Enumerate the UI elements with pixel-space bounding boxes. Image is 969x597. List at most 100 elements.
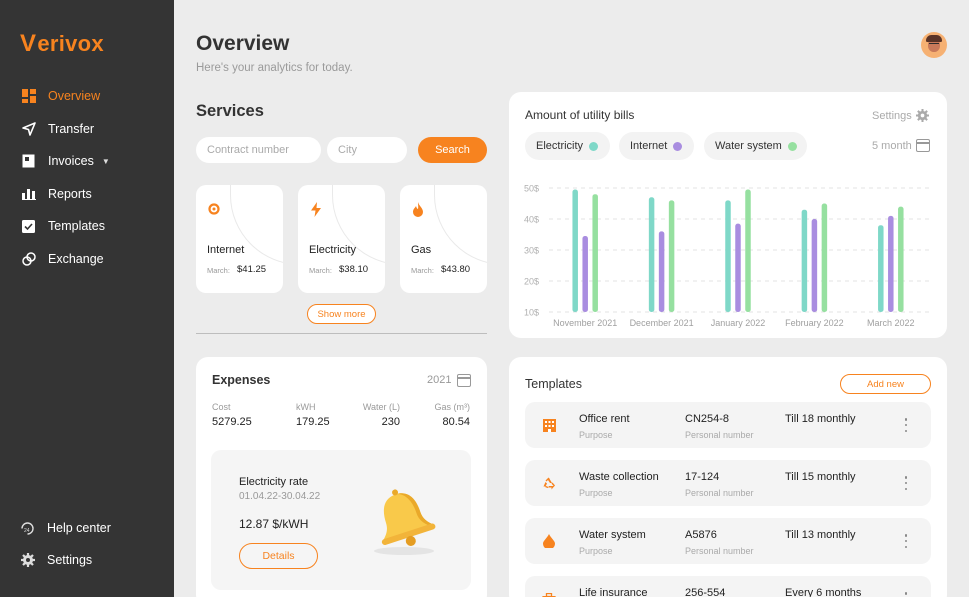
add-new-button[interactable]: Add new xyxy=(840,374,931,394)
template-frequency: Every 6 months xyxy=(785,587,862,597)
more-options-icon[interactable] xyxy=(903,416,909,434)
sidebar-item-templates[interactable]: Templates xyxy=(0,210,174,243)
chevron-down-icon[interactable]: ▼ xyxy=(102,157,110,166)
service-name: Internet xyxy=(207,244,245,256)
gear-icon xyxy=(20,553,35,568)
avatar[interactable] xyxy=(921,32,947,58)
sidebar-item-help-center[interactable]: 24 Help center xyxy=(0,512,174,544)
building-icon xyxy=(542,418,556,432)
y-tick-label: 50$ xyxy=(524,184,539,194)
service-month: March: xyxy=(207,266,230,275)
bell-illustration xyxy=(374,489,436,555)
bar-internet xyxy=(811,219,818,312)
bar-water-system xyxy=(745,189,751,312)
service-card-internet[interactable]: Internet March: $41.25 xyxy=(196,185,283,293)
service-name: Electricity xyxy=(309,244,357,256)
legend-electricity[interactable]: Electricity xyxy=(525,132,610,160)
lightning-icon xyxy=(309,201,323,217)
verivox-logo[interactable]: Verivox xyxy=(20,30,104,58)
sidebar-bottom: 24 Help center Settings xyxy=(0,512,174,576)
more-options-icon[interactable] xyxy=(903,532,909,550)
page-subtitle: Here's your analytics for today. xyxy=(196,62,353,74)
service-amount: $38.10 xyxy=(339,264,369,275)
template-row-waste-collection[interactable]: Waste collection Purpose 17-124 Personal… xyxy=(525,460,931,506)
y-tick-label: 20$ xyxy=(524,277,539,287)
chart-settings-link[interactable]: Settings xyxy=(872,109,929,122)
template-name: Waste collection xyxy=(579,471,659,483)
calendar-icon[interactable] xyxy=(916,139,930,152)
sidebar-item-settings[interactable]: Settings xyxy=(0,544,174,576)
legend-internet[interactable]: Internet xyxy=(619,132,694,160)
app: Verivox Overview Transfer Invoices ▼ Rep… xyxy=(0,0,969,597)
bar-electricity xyxy=(725,200,731,312)
sidebar-item-invoices[interactable]: Invoices ▼ xyxy=(0,145,174,178)
templates-card: Templates Add new Office rent Purpose CN… xyxy=(509,357,947,597)
template-number-label: Personal number xyxy=(685,430,754,440)
sidebar-item-label: Exchange xyxy=(48,251,104,266)
details-button[interactable]: Details xyxy=(239,543,318,569)
bar-electricity xyxy=(572,189,578,312)
more-options-icon[interactable] xyxy=(903,590,909,597)
service-name: Gas xyxy=(411,244,432,256)
service-card-gas[interactable]: Gas March: $43.80 xyxy=(400,185,487,293)
calendar-icon[interactable] xyxy=(457,374,471,387)
service-card-electricity[interactable]: Electricity March: $38.10 xyxy=(298,185,385,293)
template-frequency: Till 15 monthly xyxy=(785,471,856,483)
legend-label: Water system xyxy=(715,140,782,152)
contract-number-input[interactable] xyxy=(196,137,321,163)
settings-label: Settings xyxy=(872,109,912,122)
rate-dates: 01.04.22-30.04.22 xyxy=(239,491,321,502)
service-month: March: xyxy=(411,266,434,275)
search-button[interactable]: Search xyxy=(418,137,487,163)
stat-label-kwh: kWH xyxy=(296,402,316,412)
legend-water-system[interactable]: Water system xyxy=(704,132,807,160)
exchange-icon xyxy=(21,251,36,266)
logo-initial: V xyxy=(20,30,37,57)
sidebar-item-transfer[interactable]: Transfer xyxy=(0,113,174,146)
invoice-icon xyxy=(21,154,36,169)
expenses-title: Expenses xyxy=(212,373,271,387)
flame-icon xyxy=(411,201,425,217)
expenses-card: Expenses 2021 Cost 5279.25 kWH 179.25 Wa… xyxy=(196,357,487,597)
template-name: Life insurance xyxy=(579,587,648,597)
show-more-button[interactable]: Show more xyxy=(307,304,376,324)
period-selector[interactable]: 5 month xyxy=(872,140,912,152)
templates-title: Templates xyxy=(525,377,582,391)
template-row-office-rent[interactable]: Office rent Purpose CN254-8 Personal num… xyxy=(525,402,931,448)
sidebar-item-label: Help center xyxy=(47,521,111,535)
services-title: Services xyxy=(196,102,264,120)
expenses-year[interactable]: 2021 xyxy=(427,374,451,386)
sidebar-item-exchange[interactable]: Exchange xyxy=(0,243,174,276)
recycle-icon xyxy=(542,476,556,490)
y-tick-label: 10$ xyxy=(524,308,539,318)
bar-water-system xyxy=(668,200,675,312)
divider xyxy=(196,333,487,334)
avatar-glasses xyxy=(929,43,939,46)
bar-electricity xyxy=(648,197,655,312)
stat-label-cost: Cost xyxy=(212,402,231,412)
legend-dot xyxy=(673,141,683,151)
service-month: March: xyxy=(309,266,332,275)
sidebar-nav: Overview Transfer Invoices ▼ Reports Tem… xyxy=(0,80,174,275)
bar-internet xyxy=(735,223,741,312)
rate-value: 12.87 $/kWH xyxy=(239,517,309,531)
sidebar-item-reports[interactable]: Reports xyxy=(0,178,174,211)
template-number: A5876 xyxy=(685,529,717,541)
send-icon xyxy=(21,121,36,136)
bills-bar-chart: 10$ 20$ 30$ 40$ 50$ November 2021 December 202… xyxy=(524,184,933,328)
sidebar: Verivox Overview Transfer Invoices ▼ Rep… xyxy=(0,0,174,597)
template-purpose: Purpose xyxy=(579,488,613,498)
internet-icon xyxy=(207,202,221,216)
sidebar-item-label: Templates xyxy=(48,219,105,234)
legend-dot xyxy=(787,141,797,151)
electricity-rate-box: Electricity rate 01.04.22-30.04.22 12.87… xyxy=(211,450,471,590)
legend-dot xyxy=(589,141,599,151)
sidebar-item-overview[interactable]: Overview xyxy=(0,80,174,113)
city-input[interactable] xyxy=(327,137,407,163)
template-row-water-system[interactable]: Water system Purpose A5876 Personal numb… xyxy=(525,518,931,564)
sidebar-item-label: Transfer xyxy=(48,121,95,136)
template-row-life-insurance[interactable]: Life insurance 256-554 Every 6 months xyxy=(525,576,931,597)
more-options-icon[interactable] xyxy=(903,474,909,492)
bar-electricity xyxy=(878,225,884,312)
service-amount: $41.25 xyxy=(237,264,267,275)
